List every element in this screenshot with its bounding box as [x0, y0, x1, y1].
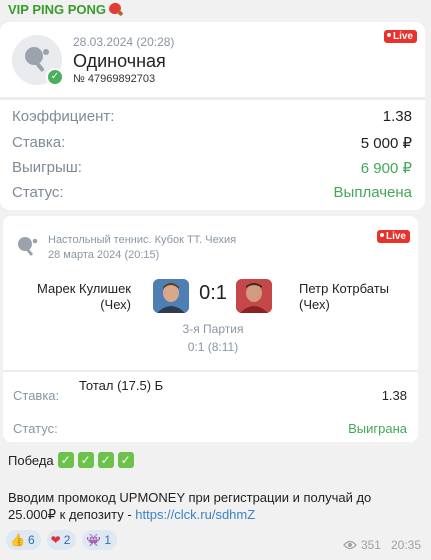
match-card[interactable]: Настольный теннис. Кубок ТТ. Чехия 28 ма… — [3, 216, 418, 442]
channel-name[interactable]: VIP PING PONG — [8, 2, 106, 17]
live-dot-icon — [386, 33, 391, 37]
status-row: Статус: Выплачена — [12, 184, 412, 201]
reaction-space-invader[interactable]: 👾 1 — [82, 530, 118, 550]
reaction-count: 6 — [27, 533, 35, 547]
eye-icon — [343, 540, 357, 550]
match-score: 0:1 — [199, 282, 227, 304]
promo-link[interactable]: https://clck.ru/sdhmZ — [135, 507, 255, 522]
reactions-bar: 👍 6 ❤ 2 👾 1 — [6, 530, 118, 550]
table-tennis-icon — [18, 237, 38, 256]
match-date: 28 марта 2024 (20:15) — [48, 249, 160, 261]
ping-pong-paddle-icon — [107, 0, 124, 17]
stake-row: Ставка: 5 000 ₽ — [12, 134, 412, 152]
reaction-heart[interactable]: ❤ 2 — [46, 530, 77, 550]
check-mark-icon: ✓ — [77, 452, 94, 468]
reaction-count: 2 — [63, 533, 71, 547]
message-meta: 351 20:35 — [343, 538, 421, 552]
bet-card[interactable]: ✓ 28.03.2024 (20:28) Одиночная № 4796989… — [0, 22, 425, 210]
channel-name-row[interactable]: VIP PING PONG — [8, 0, 124, 17]
set-label: 3-я Партия — [182, 322, 244, 336]
bet-datetime: 28.03.2024 (20:28) — [73, 35, 175, 49]
check-mark-icon: ✓ — [57, 452, 74, 468]
win-message: Победа ✓ ✓ ✓ ✓ — [8, 452, 134, 468]
live-badge: Live — [376, 230, 410, 243]
check-icon: ✓ — [46, 68, 64, 86]
player2-avatar — [236, 279, 272, 313]
status-value: Выиграна — [348, 421, 407, 436]
bet-label: Ставка: — [13, 388, 60, 403]
live-dot-icon — [379, 233, 384, 237]
divider — [0, 97, 425, 100]
view-count: 351 — [360, 538, 381, 552]
player1-avatar — [153, 279, 189, 313]
set-score: 0:1 (8:11) — [187, 340, 239, 354]
check-mark-icon: ✓ — [117, 452, 134, 468]
divider — [3, 370, 418, 372]
reaction-thumbs-up[interactable]: 👍 6 — [6, 530, 41, 550]
tournament-name: Настольный теннис. Кубок ТТ. Чехия — [48, 234, 237, 246]
message-time: 20:35 — [390, 538, 421, 552]
live-badge: Live — [383, 30, 417, 43]
win-text: Победа — [8, 452, 54, 468]
status-label: Статус: — [13, 421, 58, 436]
promo-message: Вводим промокод UPMONEY при регистрации … — [8, 489, 418, 523]
ticket-number: № 47969892703 — [73, 73, 156, 85]
space-invader-icon: 👾 — [86, 533, 102, 547]
player2-name: Петр Котрбаты (Чех) — [299, 281, 390, 312]
bet-market: Тотал (17.5) Б — [79, 378, 164, 393]
reaction-count: 1 — [104, 533, 112, 547]
payout-row: Выигрыш: 6 900 ₽ — [12, 159, 412, 177]
odds-row: Коэффициент: 1.38 — [12, 108, 412, 125]
heart-icon: ❤ — [50, 533, 61, 547]
player1-name: Марек Кулишек (Чех) — [37, 281, 131, 312]
check-mark-icon: ✓ — [97, 452, 114, 468]
bet-type: Одиночная — [73, 51, 166, 71]
bet-odd: 1.38 — [381, 388, 407, 403]
thumbs-up-icon: 👍 — [10, 533, 25, 547]
